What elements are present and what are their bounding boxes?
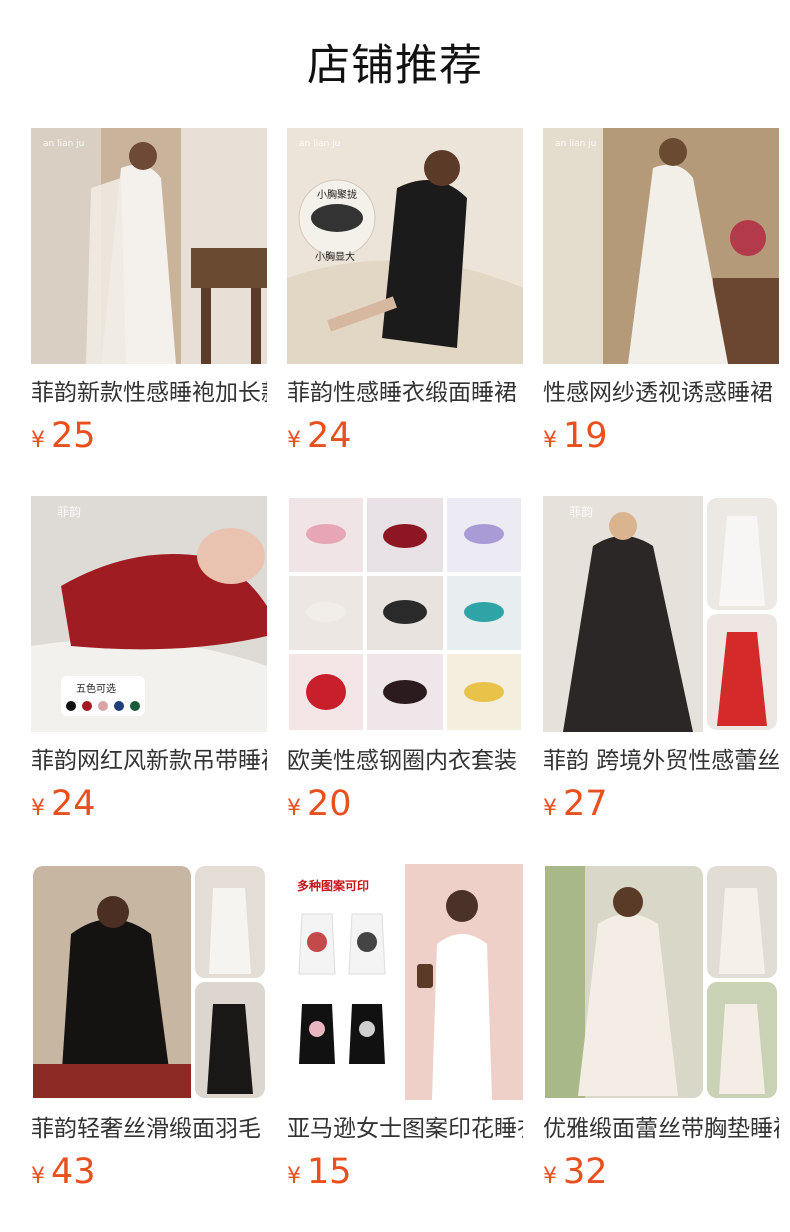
currency-symbol: ¥ <box>287 796 301 821</box>
product-image[interactable] <box>31 864 267 1100</box>
price-value: 27 <box>563 784 608 824</box>
product-name[interactable]: 欧美性感钢圈内衣套装 <box>287 744 523 778</box>
image-overlay-text: 菲韵 <box>569 504 593 519</box>
price-value: 15 <box>307 1152 352 1192</box>
product-name[interactable]: 菲韵 跨境外贸性感蕾丝 <box>543 744 779 778</box>
product-image[interactable]: 多种图案可印 <box>287 864 523 1100</box>
product-image[interactable]: 菲韵 <box>543 496 779 732</box>
product-image[interactable]: 小胸聚拢 小胸显大 an lian ju <box>287 128 523 364</box>
product-price: ¥25 <box>31 414 96 458</box>
product-image[interactable] <box>543 864 779 1100</box>
product-name[interactable]: 亚马逊女士图案印花睡衣 <box>287 1112 523 1146</box>
image-overlay-text: 五色可选 <box>76 682 116 695</box>
currency-symbol: ¥ <box>31 1164 45 1189</box>
product-image[interactable] <box>287 496 523 732</box>
image-overlay-text: 多种图案可印 <box>297 878 369 893</box>
image-overlay-text: 小胸聚拢 <box>317 188 357 201</box>
price-value: 24 <box>51 784 96 824</box>
currency-symbol: ¥ <box>287 1164 301 1189</box>
product-card[interactable]: 小胸聚拢 小胸显大 an lian ju 菲韵性感睡衣缎面睡裙 ¥24 <box>287 128 523 496</box>
product-photo <box>543 864 779 1100</box>
product-image[interactable]: 五色可选 菲韵 <box>31 496 267 732</box>
product-image[interactable]: an lian ju <box>31 128 267 364</box>
product-card[interactable]: 菲韵轻奢丝滑缎面羽毛 ¥43 <box>31 864 267 1232</box>
product-price: ¥32 <box>543 1150 608 1194</box>
image-overlay-text: an lian ju <box>299 139 340 149</box>
product-photo <box>31 864 267 1100</box>
currency-symbol: ¥ <box>31 796 45 821</box>
price-value: 25 <box>51 416 96 456</box>
currency-symbol: ¥ <box>543 428 557 453</box>
product-photo: 多种图案可印 <box>287 864 523 1100</box>
product-card[interactable]: 菲韵 菲韵 跨境外贸性感蕾丝 ¥27 <box>543 496 779 864</box>
product-photo <box>287 496 523 732</box>
product-image[interactable]: an lian ju <box>543 128 779 364</box>
product-photo: 菲韵 <box>543 496 779 732</box>
product-price: ¥20 <box>287 782 352 826</box>
image-overlay-text: an lian ju <box>43 139 84 149</box>
section-title: 店铺推荐 <box>307 41 483 91</box>
price-value: 43 <box>51 1152 96 1192</box>
price-value: 19 <box>563 416 608 456</box>
product-price: ¥19 <box>543 414 608 458</box>
price-value: 24 <box>307 416 352 456</box>
product-price: ¥24 <box>31 782 96 826</box>
product-card[interactable]: 优雅缎面蕾丝带胸垫睡裙 ¥32 <box>543 864 779 1232</box>
product-card[interactable]: an lian ju 菲韵新款性感睡袍加长款 ¥25 <box>31 128 267 496</box>
price-value: 32 <box>563 1152 608 1192</box>
product-price: ¥27 <box>543 782 608 826</box>
image-overlay-text: 小胸显大 <box>315 250 355 263</box>
currency-symbol: ¥ <box>543 796 557 821</box>
product-photo: an lian ju <box>31 128 267 364</box>
currency-symbol: ¥ <box>543 1164 557 1189</box>
product-grid: an lian ju 菲韵新款性感睡袍加长款 ¥25 小胸聚拢 小胸显大 an … <box>31 128 779 1232</box>
product-card[interactable]: 五色可选 菲韵 菲韵网红风新款吊带睡裙 ¥24 <box>31 496 267 864</box>
product-name[interactable]: 菲韵性感睡衣缎面睡裙 <box>287 376 523 410</box>
product-name[interactable]: 菲韵新款性感睡袍加长款 <box>31 376 267 410</box>
currency-symbol: ¥ <box>287 428 301 453</box>
product-name[interactable]: 菲韵轻奢丝滑缎面羽毛 <box>31 1112 267 1146</box>
product-photo: 小胸聚拢 小胸显大 an lian ju <box>287 128 523 364</box>
product-price: ¥43 <box>31 1150 96 1194</box>
product-price: ¥15 <box>287 1150 352 1194</box>
product-name[interactable]: 优雅缎面蕾丝带胸垫睡裙 <box>543 1112 779 1146</box>
image-overlay-text: 菲韵 <box>57 504 81 519</box>
product-photo: 五色可选 菲韵 <box>31 496 267 732</box>
currency-symbol: ¥ <box>31 428 45 453</box>
image-overlay-text: an lian ju <box>555 139 596 149</box>
product-card[interactable]: an lian ju 性感网纱透视诱惑睡裙 ¥19 <box>543 128 779 496</box>
product-card[interactable]: 欧美性感钢圈内衣套装 ¥20 <box>287 496 523 864</box>
product-price: ¥24 <box>287 414 352 458</box>
product-name[interactable]: 性感网纱透视诱惑睡裙 <box>543 376 779 410</box>
product-photo: an lian ju <box>543 128 779 364</box>
product-card[interactable]: 多种图案可印 亚马逊女士图案印花睡衣 ¥15 <box>287 864 523 1232</box>
product-name[interactable]: 菲韵网红风新款吊带睡裙 <box>31 744 267 778</box>
price-value: 20 <box>307 784 352 824</box>
